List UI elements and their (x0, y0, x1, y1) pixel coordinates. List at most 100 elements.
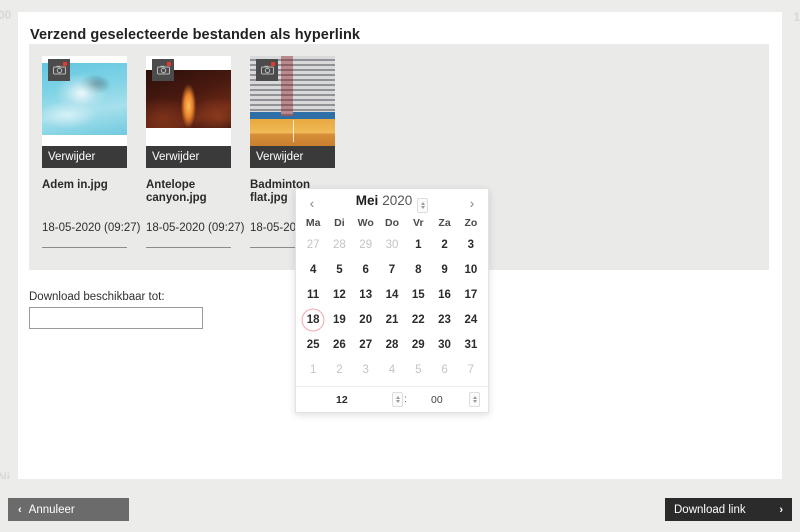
weekday-label: Wo (357, 217, 374, 229)
day-cell[interactable]: 12 (326, 282, 352, 307)
delete-file-button[interactable]: Verwijder (146, 146, 231, 168)
day-cell[interactable]: 2 (431, 232, 457, 257)
download-available-until-input[interactable] (29, 307, 203, 329)
datepicker-week-row: 4 5 6 7 8 9 10 (300, 257, 484, 282)
day-cell[interactable]: 29 (405, 332, 431, 357)
day-cell[interactable]: 30 (431, 332, 457, 357)
weekday-label: Di (334, 217, 345, 229)
datepicker-year-label[interactable]: 2020 (382, 193, 412, 208)
delete-file-button[interactable]: Verwijder (42, 146, 127, 168)
day-cell-today[interactable]: 18 (300, 307, 326, 332)
background-ghost-text-top-left: 00 (0, 8, 12, 22)
day-cell[interactable]: 17 (458, 282, 484, 307)
day-cell[interactable]: 27 (300, 232, 326, 257)
datepicker-title: Mei 2020 (356, 193, 429, 214)
day-cell[interactable]: 5 (405, 357, 431, 382)
divider (146, 247, 231, 248)
day-cell[interactable]: 21 (379, 307, 405, 332)
day-cell[interactable]: 27 (353, 332, 379, 357)
file-thumbnail[interactable] (250, 56, 335, 146)
day-cell[interactable]: 3 (458, 232, 484, 257)
list-item: Verwijder Antelope canyon.jpg 18-05-2020… (146, 56, 244, 248)
minute-stepper-group (468, 392, 480, 407)
datepicker-week-row: 18 19 20 21 22 23 24 (300, 307, 484, 332)
datepicker-weekday-row: Ma Di Wo Do Vr Za Zo (296, 217, 488, 232)
day-cell[interactable]: 29 (353, 232, 379, 257)
weekday-label: Do (384, 217, 399, 229)
cancel-button[interactable]: ‹ Annuleer (8, 498, 129, 521)
day-cell[interactable]: 15 (405, 282, 431, 307)
day-cell[interactable]: 23 (431, 307, 457, 332)
minute-stepper[interactable] (469, 392, 480, 407)
chevron-right-icon: › (779, 503, 783, 516)
camera-flash-dot (63, 62, 67, 66)
day-cell[interactable]: 9 (431, 257, 457, 282)
day-cell[interactable]: 6 (431, 357, 457, 382)
day-cell[interactable]: 1 (405, 232, 431, 257)
datepicker-day-grid: 27 28 29 30 1 2 3 4 5 6 7 8 9 10 11 12 1… (296, 232, 488, 386)
datepicker-week-row: 25 26 27 28 29 30 31 (300, 332, 484, 357)
weekday-label: Vr (413, 217, 424, 229)
day-cell[interactable]: 7 (379, 257, 405, 282)
day-cell[interactable]: 24 (458, 307, 484, 332)
day-cell[interactable]: 19 (326, 307, 352, 332)
day-cell[interactable]: 16 (431, 282, 457, 307)
hour-value[interactable]: 12 (336, 394, 348, 406)
download-link-button[interactable]: Download link › (665, 498, 792, 521)
file-name-label: Antelope canyon.jpg (146, 179, 207, 204)
file-thumbnail[interactable] (146, 56, 231, 146)
camera-flash-dot (271, 62, 275, 66)
day-cell[interactable]: 7 (458, 357, 484, 382)
file-name-label: Adem in.jpg (42, 179, 108, 191)
page-title: Verzend geselecteerde bestanden als hype… (30, 27, 361, 43)
datepicker-month-label[interactable]: Mei (356, 193, 379, 208)
file-date-label: 18-05-2020 (09:27) (146, 222, 245, 234)
time-separator-group: : (391, 392, 407, 407)
camera-icon (256, 59, 278, 81)
file-thumbnail[interactable] (42, 56, 127, 146)
day-cell[interactable]: 22 (405, 307, 431, 332)
chevron-left-icon[interactable]: ‹ (303, 193, 321, 213)
background-ghost-text-top-right: 1 (793, 10, 800, 24)
day-cell[interactable]: 28 (326, 232, 352, 257)
day-cell[interactable]: 6 (353, 257, 379, 282)
file-list: Verwijder Adem in.jpg 18-05-2020 (09:27) (42, 56, 348, 248)
chevron-right-icon[interactable]: › (463, 193, 481, 213)
day-cell[interactable]: 31 (458, 332, 484, 357)
list-item: Verwijder Adem in.jpg 18-05-2020 (09:27) (42, 56, 140, 248)
hour-stepper[interactable] (392, 392, 403, 407)
day-cell[interactable]: 8 (405, 257, 431, 282)
datepicker-week-row: 1 2 3 4 5 6 7 (300, 357, 484, 382)
day-cell[interactable]: 28 (379, 332, 405, 357)
day-cell[interactable]: 3 (353, 357, 379, 382)
day-cell[interactable]: 25 (300, 332, 326, 357)
day-cell[interactable]: 30 (379, 232, 405, 257)
day-cell[interactable]: 1 (300, 357, 326, 382)
weekday-label: Za (438, 217, 451, 229)
datepicker-week-row: 27 28 29 30 1 2 3 (300, 232, 484, 257)
file-date-label: 18-05-2020 (09:27) (42, 222, 141, 234)
divider (42, 247, 127, 248)
day-cell[interactable]: 2 (326, 357, 352, 382)
weekday-label: Ma (305, 217, 321, 229)
chevron-left-icon: ‹ (18, 503, 22, 516)
day-cell[interactable]: 14 (379, 282, 405, 307)
screen-root: 00 Ni 1 Verzend geselecteerde bestanden … (0, 0, 800, 532)
download-link-button-label: Download link (674, 503, 746, 516)
time-separator: : (404, 394, 407, 405)
download-available-until-label: Download beschikbaar tot: (29, 291, 165, 303)
day-cell[interactable]: 5 (326, 257, 352, 282)
day-cell[interactable]: 13 (353, 282, 379, 307)
day-cell[interactable]: 26 (326, 332, 352, 357)
minute-value[interactable]: 00 (431, 394, 443, 406)
year-stepper[interactable] (417, 198, 429, 214)
day-cell[interactable]: 10 (458, 257, 484, 282)
day-cell[interactable]: 4 (300, 257, 326, 282)
datepicker-time-row: 12 : 00 (296, 386, 488, 412)
day-cell[interactable]: 11 (300, 282, 326, 307)
delete-file-button[interactable]: Verwijder (250, 146, 335, 168)
camera-flash-dot (167, 62, 171, 66)
day-cell[interactable]: 20 (353, 307, 379, 332)
camera-icon (48, 59, 70, 81)
day-cell[interactable]: 4 (379, 357, 405, 382)
